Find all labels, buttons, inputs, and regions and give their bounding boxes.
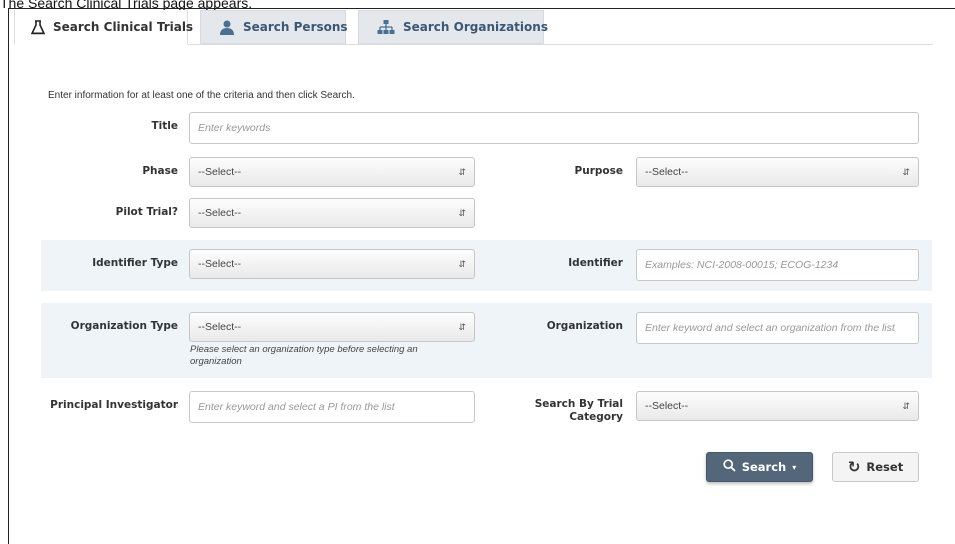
identifier-type-label: Identifier Type: [92, 257, 178, 269]
organization-type-label: Organization Type: [70, 320, 178, 332]
tab-search-clinical-trials[interactable]: Search Clinical Trials: [14, 10, 193, 44]
tab-divider: [188, 44, 933, 45]
select-arrows-icon: ⇵: [458, 321, 466, 332]
organization-input[interactable]: Enter keyword and select an organization…: [636, 312, 919, 344]
identifier-input[interactable]: Examples: NCI-2008-00015; ECOG-1234: [636, 249, 919, 281]
identifier-type-select[interactable]: --Select-- ⇵: [189, 249, 475, 279]
instructions: Enter information for at least one of th…: [48, 90, 355, 101]
select-arrows-icon: ⇵: [458, 258, 466, 269]
tab-search-persons[interactable]: Search Persons: [200, 10, 348, 44]
org-chart-icon: [377, 19, 395, 35]
trial-category-select[interactable]: --Select-- ⇵: [636, 391, 919, 421]
select-arrows-icon: ⇵: [458, 207, 466, 218]
tab-search-organizations[interactable]: Search Organizations: [358, 10, 548, 44]
pilot-trial-label: Pilot Trial?: [115, 206, 178, 218]
select-arrows-icon: ⇵: [458, 166, 466, 177]
purpose-label: Purpose: [574, 165, 623, 177]
tab-label: Search Clinical Trials: [53, 20, 194, 34]
organization-type-help: Please select an organization type befor…: [190, 344, 418, 367]
organization-type-select-value: --Select--: [198, 321, 242, 333]
caret-down-icon: ▾: [792, 462, 797, 472]
trial-category-select-value: --Select--: [645, 400, 689, 412]
reset-button[interactable]: ↻ Reset: [832, 452, 919, 482]
tab-label: Search Persons: [243, 20, 348, 34]
organization-type-select[interactable]: --Select-- ⇵: [189, 312, 475, 342]
person-icon: [219, 20, 235, 35]
title-input[interactable]: Enter keywords: [189, 112, 919, 144]
reset-button-label: Reset: [866, 460, 904, 474]
phase-label: Phase: [142, 165, 178, 177]
select-arrows-icon: ⇵: [902, 166, 910, 177]
pilot-trial-select-value: --Select--: [198, 207, 242, 219]
purpose-select[interactable]: --Select-- ⇵: [636, 157, 919, 187]
flask-icon: [31, 19, 45, 35]
purpose-select-value: --Select--: [645, 166, 689, 178]
organization-label: Organization: [546, 320, 623, 332]
principal-investigator-input[interactable]: Enter keyword and select a PI from the l…: [189, 391, 475, 423]
search-button-label: Search: [741, 460, 787, 474]
trial-category-label: Search By Trial Category: [534, 398, 623, 423]
reset-icon: ↻: [847, 458, 861, 476]
identifier-type-select-value: --Select--: [198, 258, 242, 270]
principal-investigator-label: Principal Investigator: [50, 399, 178, 411]
phase-select[interactable]: --Select-- ⇵: [189, 157, 475, 187]
title-label: Title: [151, 120, 178, 132]
search-button[interactable]: Search ▾: [706, 452, 813, 482]
pilot-trial-select[interactable]: --Select-- ⇵: [189, 198, 475, 228]
tab-label: Search Organizations: [403, 20, 548, 34]
identifier-label: Identifier: [568, 257, 623, 269]
search-icon: [723, 459, 736, 475]
select-arrows-icon: ⇵: [902, 400, 910, 411]
phase-select-value: --Select--: [198, 166, 242, 178]
